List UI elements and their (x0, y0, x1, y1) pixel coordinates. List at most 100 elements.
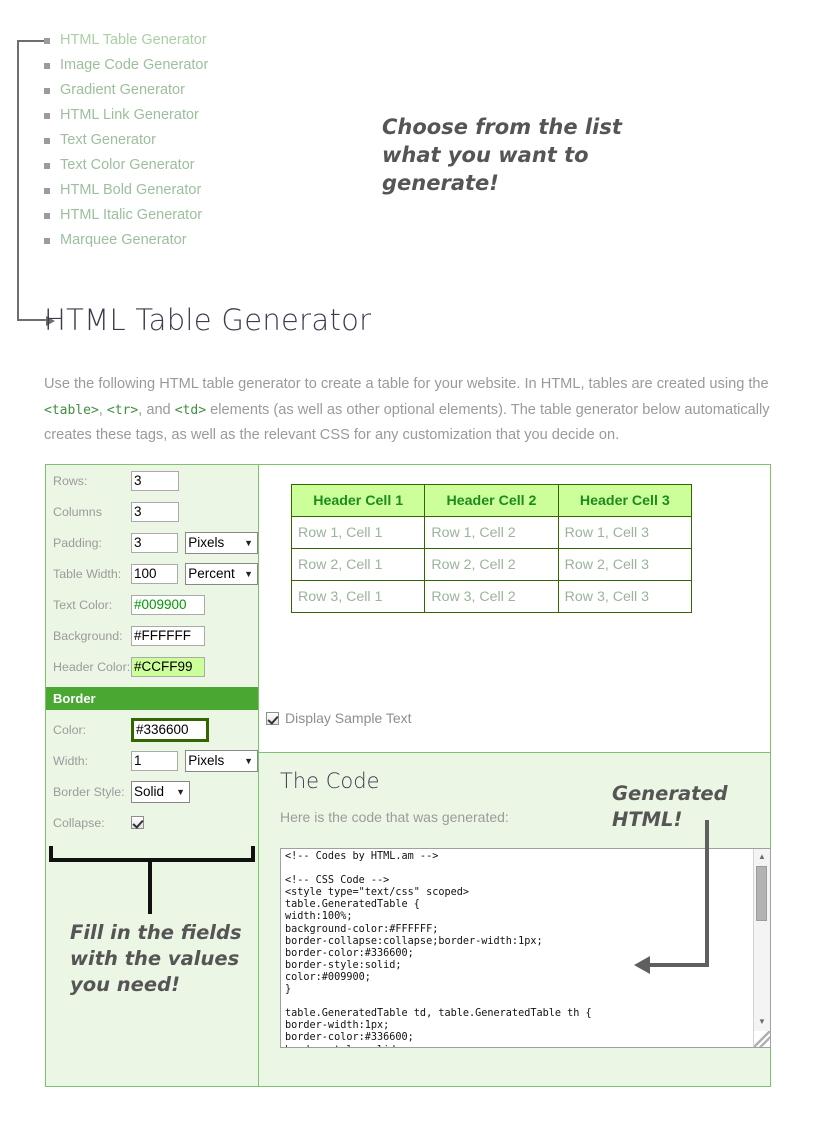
list-item[interactable]: HTML Bold Generator (40, 178, 370, 203)
columns-input[interactable]: 3 (131, 501, 179, 522)
table-cell: Row 1, Cell 1 (290, 516, 426, 549)
list-item-label: HTML Link Generator (60, 107, 199, 123)
list-item-label: HTML Table Generator (60, 32, 207, 48)
border-width-unit-select[interactable]: Pixels ▼ (185, 749, 258, 772)
annotation-fill-fields: Fill in the fields with the values you n… (70, 921, 242, 996)
generator-list: HTML Table Generator Image Code Generato… (40, 28, 370, 253)
code-tag-td: <td> (174, 402, 207, 418)
list-item-label: Image Code Generator (60, 57, 209, 73)
code-tag-tr: <tr> (106, 402, 139, 418)
resize-grip-icon[interactable] (754, 1031, 770, 1047)
bullet-icon (44, 63, 50, 69)
table-preview-pane: Header Cell 1 Header Cell 2 Header Cell … (259, 465, 770, 753)
list-item-label: Text Color Generator (60, 157, 195, 173)
form-row-columns: Columns 3 (46, 496, 258, 527)
list-item-label: HTML Italic Generator (60, 207, 203, 223)
table-row: Row 2, Cell 1 Row 2, Cell 2 Row 2, Cell … (290, 548, 693, 581)
generated-arrow-vertical (705, 820, 709, 967)
list-item[interactable]: HTML Link Generator (40, 103, 370, 128)
form-row-border-color: Color: #336600 (46, 714, 258, 745)
list-item[interactable]: Gradient Generator (40, 78, 370, 103)
background-input[interactable]: #FFFFFF (131, 625, 205, 646)
list-item-label: Marquee Generator (60, 232, 187, 248)
form-row-rows: Rows: 3 (46, 465, 258, 496)
padding-input[interactable]: 3 (131, 532, 179, 553)
padding-label: Padding: (53, 535, 102, 550)
form-bracket (49, 846, 255, 862)
display-sample-text-label: Display Sample Text (285, 710, 412, 726)
padding-unit-value: Pixels (188, 534, 225, 550)
border-color-input[interactable]: #336600 (131, 717, 209, 742)
border-width-label: Width: (53, 753, 89, 768)
page-title: HTML Table Generator (44, 303, 372, 337)
annotation-choose-from-list: Choose from the list what you want to ge… (382, 115, 622, 195)
code-section-title: The Code (280, 769, 380, 793)
table-cell: Row 1, Cell 3 (557, 516, 693, 549)
padding-unit-select[interactable]: Pixels ▼ (185, 531, 258, 554)
code-tag-table: <table> (44, 402, 99, 418)
collapse-checkbox[interactable] (131, 816, 144, 829)
chevron-down-icon: ▼ (244, 537, 253, 548)
list-item[interactable]: Text Color Generator (40, 153, 370, 178)
list-item[interactable]: Image Code Generator (40, 53, 370, 78)
table-width-unit-select[interactable]: Percent ▼ (185, 562, 258, 585)
scroll-down-icon[interactable]: ▼ (754, 1015, 770, 1029)
chevron-down-icon: ▼ (244, 755, 253, 766)
list-item[interactable]: HTML Italic Generator (40, 203, 370, 228)
scrollbar-thumb[interactable] (756, 866, 767, 921)
table-cell: Row 2, Cell 3 (557, 548, 693, 581)
table-row: Row 3, Cell 1 Row 3, Cell 2 Row 3, Cell … (290, 580, 693, 613)
bullet-icon (44, 38, 50, 44)
intro-text-part1: Use the following HTML table generator t… (44, 376, 769, 392)
border-style-select[interactable]: Solid ▼ (131, 780, 190, 803)
border-width-input[interactable]: 1 (131, 750, 179, 771)
header-color-input[interactable]: #CCFF99 (131, 656, 205, 677)
rows-label: Rows: (53, 473, 88, 488)
generated-code-textarea[interactable]: <!-- Codes by HTML.am --> <!-- CSS Code … (280, 848, 771, 1048)
table-cell: Row 2, Cell 2 (424, 548, 559, 581)
border-style-label: Border Style: (53, 784, 125, 799)
text-color-label: Text Color: (53, 597, 113, 612)
text-color-input[interactable]: #009900 (131, 594, 205, 615)
table-width-unit-value: Percent (188, 565, 235, 581)
bullet-icon (44, 113, 50, 119)
table-header-row: Header Cell 1 Header Cell 2 Header Cell … (290, 484, 693, 517)
display-sample-text-option[interactable]: Display Sample Text (266, 710, 412, 726)
border-color-label: Color: (53, 722, 87, 737)
bullet-icon (44, 213, 50, 219)
bullet-icon (44, 138, 50, 144)
list-item-label: Gradient Generator (60, 82, 185, 98)
border-style-value: Solid (134, 783, 165, 799)
list-item-label: HTML Bold Generator (60, 182, 202, 198)
list-item[interactable]: Marquee Generator (40, 228, 370, 253)
form-row-text-color: Text Color: #009900 (46, 589, 258, 620)
bullet-icon (44, 163, 50, 169)
background-label: Background: (53, 628, 123, 643)
form-row-border-width: Width: 1 Pixels ▼ (46, 745, 258, 776)
table-row: Row 1, Cell 1 Row 1, Cell 2 Row 1, Cell … (290, 516, 693, 549)
code-section-subtitle: Here is the code that was generated: (280, 809, 509, 825)
form-bracket-stem (148, 862, 152, 914)
bullet-icon (44, 238, 50, 244)
bullet-icon (44, 188, 50, 194)
intro-sep2: , and (138, 401, 175, 418)
table-header-cell: Header Cell 2 (424, 484, 559, 517)
columns-label: Columns (53, 504, 102, 519)
bullet-icon (44, 88, 50, 94)
intro-sep1: , (98, 401, 107, 418)
list-item[interactable]: Text Generator (40, 128, 370, 153)
table-width-input[interactable]: 100 (131, 563, 179, 584)
intro-paragraph: Use the following HTML table generator t… (44, 372, 770, 449)
border-section-header: Border (46, 687, 258, 710)
chevron-down-icon: ▼ (244, 568, 253, 579)
table-header-cell: Header Cell 1 (290, 484, 426, 517)
display-sample-text-checkbox[interactable] (266, 711, 279, 725)
border-width-unit-value: Pixels (188, 752, 225, 768)
chevron-down-icon: ▼ (176, 786, 185, 797)
rows-input[interactable]: 3 (131, 470, 179, 491)
list-item[interactable]: HTML Table Generator (40, 28, 370, 53)
scroll-up-icon[interactable]: ▲ (754, 850, 770, 864)
table-cell: Row 3, Cell 2 (424, 580, 559, 613)
list-item-label: Text Generator (60, 132, 156, 148)
code-scrollbar[interactable]: ▲ ▼ (753, 849, 770, 1047)
